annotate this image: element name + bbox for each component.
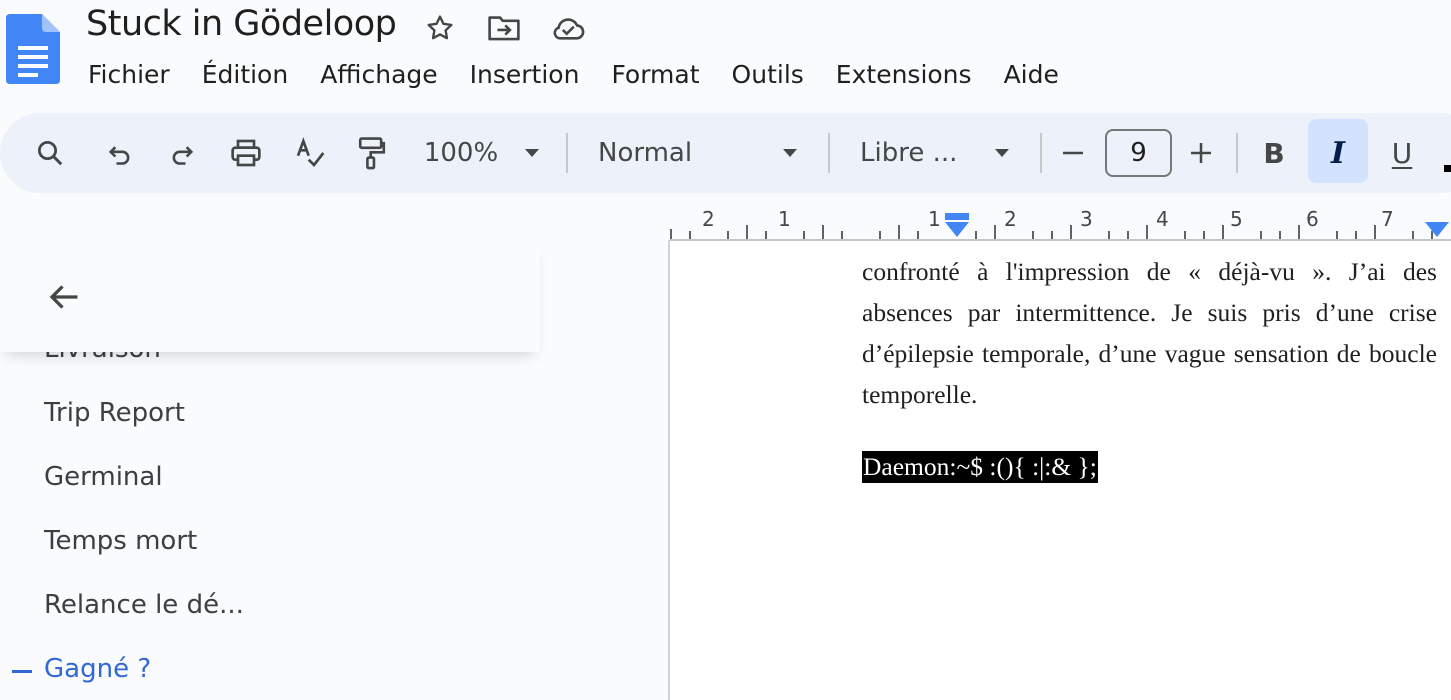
ruler-label: 3 <box>1080 207 1093 231</box>
ruler-tick <box>1127 231 1129 239</box>
ruler-tick <box>689 231 691 239</box>
outline-item-active[interactable]: Gagné ? <box>44 654 151 684</box>
ruler-tick <box>1051 231 1053 239</box>
ruler-tick <box>765 231 767 239</box>
paint-format-icon[interactable] <box>352 113 392 193</box>
chevron-down-icon[interactable] <box>520 113 544 193</box>
highlighted-code-line[interactable]: Daemon:~$ :(){ :|:& }; <box>862 451 1098 483</box>
google-docs-window: Stuck in Gödeloop Fichier Édition Affich… <box>0 0 1451 700</box>
toolbar-separator <box>1040 133 1042 173</box>
ruler-tick <box>1146 225 1148 239</box>
active-outline-indicator <box>12 670 32 673</box>
move-to-folder-icon[interactable] <box>486 10 522 46</box>
ruler-tick <box>1184 231 1186 239</box>
ruler-tick <box>917 231 919 239</box>
ruler-label: 2 <box>702 207 715 231</box>
ruler-tick <box>1298 225 1300 239</box>
ruler-tick <box>1203 231 1205 239</box>
ruler-tick <box>975 231 977 239</box>
menu-fichier[interactable]: Fichier <box>72 56 186 94</box>
menu-aide[interactable]: Aide <box>988 56 1075 94</box>
chevron-down-icon[interactable] <box>778 113 802 193</box>
ruler-tick <box>879 231 881 239</box>
outline-item[interactable]: Temps mort <box>44 526 197 556</box>
ruler-tick <box>898 225 900 239</box>
ruler-tick <box>1412 231 1414 239</box>
ruler-tick <box>746 225 748 239</box>
menu-edition[interactable]: Édition <box>186 56 305 94</box>
back-arrow-icon[interactable] <box>42 275 86 319</box>
cloud-saved-icon[interactable] <box>550 10 586 46</box>
menu-insertion[interactable]: Insertion <box>454 56 596 94</box>
menu-outils[interactable]: Outils <box>716 56 820 94</box>
zoom-select[interactable]: 100% <box>420 113 502 193</box>
ruler-label: 4 <box>1156 207 1169 231</box>
ruler-tick <box>670 229 672 239</box>
ruler-tick <box>1032 231 1034 239</box>
ruler-label: 2 <box>1004 207 1017 231</box>
menu-bar: Fichier Édition Affichage Insertion Form… <box>72 56 1075 94</box>
toolbar-separator <box>566 133 568 173</box>
undo-icon[interactable] <box>100 113 140 193</box>
menu-extensions[interactable]: Extensions <box>820 56 988 94</box>
ruler-tick <box>1279 231 1281 239</box>
redo-icon[interactable] <box>162 113 202 193</box>
font-select[interactable]: Libre ... <box>860 113 960 193</box>
ruler-label: 7 <box>1381 207 1394 231</box>
ruler-tick <box>994 225 996 239</box>
outline-item[interactable]: Trip Report <box>44 398 185 428</box>
ruler-tick <box>1070 225 1072 239</box>
first-line-indent-marker[interactable] <box>944 213 970 239</box>
chevron-down-icon[interactable] <box>990 113 1014 193</box>
star-icon[interactable] <box>422 10 458 46</box>
ruler-tick <box>1108 231 1110 239</box>
ruler-label: 5 <box>1230 207 1243 231</box>
spellcheck-icon[interactable] <box>290 113 330 193</box>
outline-item[interactable]: Germinal <box>44 462 163 492</box>
ruler-tick <box>1336 231 1338 239</box>
font-size-input[interactable]: 9 <box>1105 129 1172 177</box>
ruler-tick <box>803 231 805 239</box>
ruler: 2 1 1 2 3 4 5 6 7 <box>670 205 1451 241</box>
right-indent-marker[interactable] <box>1424 221 1450 239</box>
ruler-tick <box>1374 225 1376 239</box>
toolbar-separator <box>828 133 830 173</box>
menu-affichage[interactable]: Affichage <box>304 56 453 94</box>
outline-item[interactable]: Relance le dé... <box>44 590 244 620</box>
italic-button[interactable]: I <box>1318 113 1358 193</box>
ruler-tick <box>1260 231 1262 239</box>
ruler-tick <box>822 225 824 239</box>
ruler-tick <box>841 231 843 239</box>
print-icon[interactable] <box>226 113 266 193</box>
body-paragraph[interactable]: confronté à l'impression de « déjà-vu ».… <box>862 251 1437 415</box>
underline-button[interactable]: U <box>1382 113 1422 193</box>
document-title[interactable]: Stuck in Gödeloop <box>86 4 397 44</box>
text-color-icon[interactable] <box>1444 165 1451 172</box>
ruler-label: 6 <box>1306 207 1319 231</box>
bold-button[interactable]: B <box>1254 113 1294 193</box>
docs-logo-icon[interactable] <box>6 14 60 84</box>
toolbar: 100% Normal Libre ... 9 B I U <box>0 113 1451 193</box>
style-select[interactable]: Normal <box>598 113 698 193</box>
ruler-tick <box>1222 225 1224 239</box>
menu-format[interactable]: Format <box>595 56 715 94</box>
ruler-label: 1 <box>778 207 791 231</box>
increase-font-size-icon[interactable] <box>1186 113 1216 193</box>
ruler-tick <box>1355 231 1357 239</box>
document-page[interactable]: confronté à l'impression de « déjà-vu ».… <box>670 241 1451 700</box>
toolbar-separator <box>1236 133 1238 173</box>
ruler-tick <box>727 231 729 239</box>
search-icon[interactable] <box>30 113 70 193</box>
ruler-label: 1 <box>928 207 941 231</box>
decrease-font-size-icon[interactable] <box>1058 113 1088 193</box>
